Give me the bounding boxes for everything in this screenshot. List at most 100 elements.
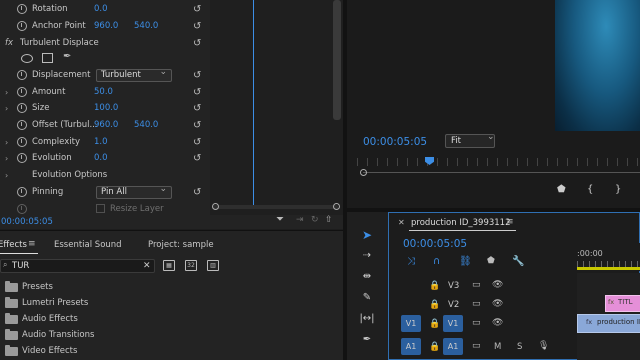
close-icon[interactable]: ✕ (398, 218, 405, 227)
export-icon[interactable]: ⇧ (325, 215, 333, 225)
pinning-dropdown[interactable]: Pin All (96, 184, 172, 199)
snap-icon[interactable]: ∩ (433, 256, 440, 267)
clear-search-icon[interactable]: ✕ (143, 261, 151, 271)
scroll-handle-left[interactable] (212, 203, 219, 210)
displacement-dropdown[interactable]: Turbulent (96, 67, 172, 82)
reset-icon[interactable]: ↺ (193, 120, 201, 131)
mark-in-icon[interactable]: { (587, 184, 593, 195)
sequence-tab[interactable]: production ID_3993112 (411, 218, 511, 228)
fx-badge[interactable]: fx (5, 38, 13, 48)
timeline-timecode[interactable]: 00:00:05:05 (403, 238, 467, 250)
amount-value[interactable]: 50.0 (94, 87, 113, 97)
sync-lock-icon[interactable]: ▭ (472, 299, 481, 309)
effect-controls-scrollbar[interactable] (333, 0, 341, 120)
offset-y-value[interactable]: 540.0 (134, 120, 158, 130)
list-item[interactable]: Lumetri Presets (0, 295, 340, 311)
tab-project[interactable]: Project: sample (148, 240, 214, 250)
reset-icon[interactable]: ↺ (193, 137, 201, 148)
marker-icon[interactable]: ⬟ (487, 256, 495, 266)
chevron-right-icon[interactable]: › (5, 171, 8, 180)
anchor-y-value[interactable]: 540.0 (134, 21, 158, 31)
chevron-right-icon[interactable]: › (5, 104, 8, 113)
sync-lock-icon[interactable]: ▭ (472, 280, 481, 290)
eye-icon[interactable]: 👁 (492, 299, 503, 309)
reset-icon[interactable]: ↺ (193, 4, 201, 15)
mute-button[interactable]: M (494, 342, 501, 352)
lock-icon[interactable]: 🔒 (429, 300, 440, 310)
stopwatch-icon[interactable] (17, 21, 27, 31)
monitor-scrub-bar[interactable] (363, 172, 640, 173)
list-item[interactable]: Video Effects (0, 343, 340, 359)
source-patch-a1[interactable]: A1 (401, 338, 421, 355)
title-clip[interactable]: fx TITL (605, 295, 640, 312)
reset-icon[interactable]: ↺ (193, 21, 201, 32)
solo-button[interactable]: S (517, 342, 522, 352)
list-item[interactable]: Audio Effects (0, 311, 340, 327)
linked-selection-icon[interactable]: ⛓ (459, 256, 472, 267)
video-clip[interactable]: fx production ID (577, 314, 640, 333)
lock-icon[interactable]: 🔒 (429, 342, 440, 352)
monitor-zoom-handle[interactable] (360, 169, 367, 176)
track-target-a1[interactable]: A1 (443, 338, 463, 355)
pen-tool[interactable]: ✒ (357, 331, 377, 349)
32bit-effects-icon[interactable]: 32 (185, 260, 197, 271)
panel-menu-icon[interactable]: ≡ (28, 239, 36, 249)
reset-icon[interactable]: ↺ (193, 87, 201, 98)
stopwatch-icon[interactable] (17, 70, 27, 80)
stopwatch-icon[interactable] (17, 153, 27, 163)
reset-icon[interactable]: ↺ (193, 153, 201, 164)
list-item[interactable]: Presets (0, 279, 340, 295)
stopwatch-icon[interactable] (17, 187, 27, 197)
reset-icon[interactable]: ↺ (193, 70, 201, 81)
ripple-edit-tool[interactable]: ⇹ (357, 268, 377, 286)
reset-icon[interactable]: ↺ (193, 187, 201, 198)
ellipse-mask-icon[interactable] (21, 54, 33, 63)
lock-icon[interactable]: 🔒 (429, 281, 440, 291)
chevron-right-icon[interactable]: › (5, 88, 8, 97)
chevron-right-icon[interactable]: › (5, 154, 8, 163)
stopwatch-icon[interactable] (17, 120, 27, 130)
pen-mask-icon[interactable]: ✒ (63, 51, 71, 62)
evolution-value[interactable]: 0.0 (94, 153, 108, 163)
panel-menu-icon[interactable]: ≡ (506, 217, 514, 227)
list-item[interactable]: Audio Transitions (0, 327, 340, 343)
effect-controls-timecode[interactable]: 00:00:05:05 (1, 217, 53, 227)
tab-effects[interactable]: Effects (0, 240, 27, 250)
filter-icon[interactable]: ⏷ (276, 214, 284, 225)
slip-tool[interactable]: |↔| (357, 310, 377, 328)
stopwatch-icon[interactable] (17, 4, 27, 14)
chevron-right-icon[interactable]: › (5, 138, 8, 147)
razor-tool[interactable]: ✎ (357, 289, 377, 307)
stopwatch-icon[interactable] (17, 87, 27, 97)
offset-x-value[interactable]: 960.0 (94, 120, 118, 130)
loop-audio-icon[interactable]: ↻ (311, 215, 319, 225)
resize-layer-checkbox[interactable] (96, 204, 105, 213)
search-input[interactable]: ⌕ TUR (0, 259, 155, 273)
work-area-bar[interactable] (577, 267, 640, 270)
source-patch-v1[interactable]: V1 (401, 315, 421, 332)
complexity-value[interactable]: 1.0 (94, 137, 108, 147)
wrench-icon[interactable]: 🔧 (512, 256, 524, 267)
sync-lock-icon[interactable]: ▭ (472, 318, 481, 328)
stopwatch-icon[interactable] (17, 103, 27, 113)
reset-icon[interactable]: ↺ (193, 103, 201, 114)
program-timecode[interactable]: 00:00:05:05 (363, 136, 427, 148)
track-target-v1[interactable]: V1 (443, 315, 463, 332)
stopwatch-icon[interactable] (17, 137, 27, 147)
rotation-value[interactable]: 0.0 (94, 4, 108, 14)
tab-essential-sound[interactable]: Essential Sound (54, 240, 122, 250)
size-value[interactable]: 100.0 (94, 103, 118, 113)
scroll-handle-right[interactable] (333, 203, 340, 210)
selection-tool[interactable]: ➤ (357, 226, 377, 244)
reset-icon[interactable]: ↺ (193, 38, 201, 49)
microphone-icon[interactable]: 🎙 (538, 341, 549, 351)
yuv-effects-icon[interactable]: ▥ (207, 260, 219, 271)
track-select-tool[interactable]: ⇢ (357, 247, 377, 265)
anchor-x-value[interactable]: 960.0 (94, 21, 118, 31)
eye-icon[interactable]: 👁 (492, 318, 503, 328)
play-audio-icon[interactable]: ⇥ (296, 215, 304, 225)
nest-icon[interactable]: ⤨ (407, 256, 415, 267)
mark-out-icon[interactable]: } (615, 184, 621, 195)
add-marker-icon[interactable]: ⬟ (557, 184, 566, 195)
eye-icon[interactable]: 👁 (492, 280, 503, 290)
